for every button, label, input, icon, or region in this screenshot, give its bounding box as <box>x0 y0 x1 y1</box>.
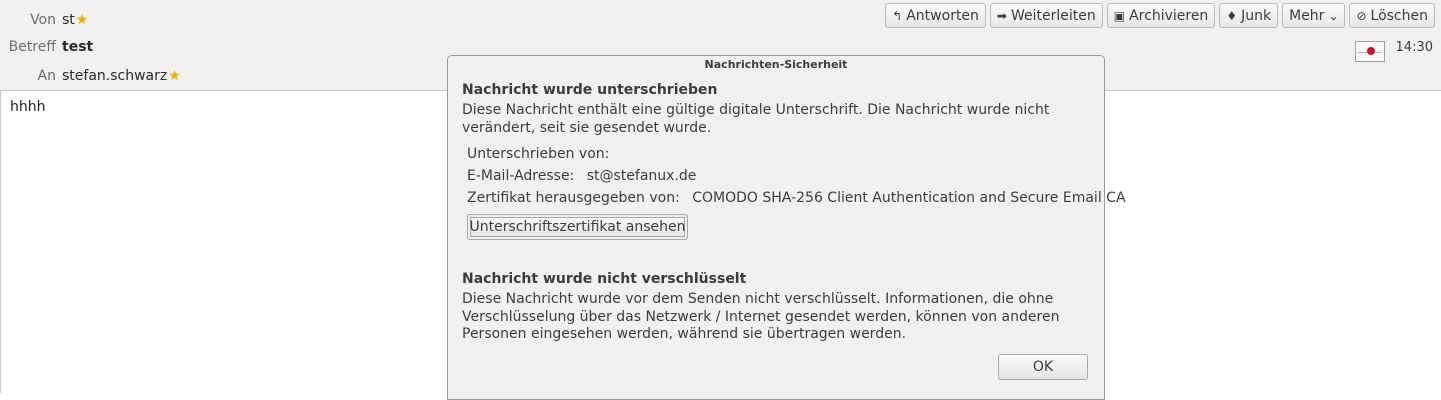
message-time: 14:30 <box>1395 40 1433 55</box>
message-toolbar: ↰ Antworten ➡ Weiterleiten ▣ Archivieren… <box>885 3 1435 28</box>
more-button[interactable]: Mehr ⌄ <box>1282 3 1346 28</box>
issuer-value: COMODO SHA-256 Client Authentication and… <box>692 190 1126 206</box>
ok-button[interactable]: OK <box>998 354 1088 380</box>
prohibited-icon: ⊘ <box>1356 8 1367 23</box>
archive-button[interactable]: ▣ Archivieren <box>1106 3 1216 28</box>
to-value[interactable]: stefan.schwarz★ <box>62 68 181 84</box>
issuer-row: Zertifikat herausgegeben von: COMODO SHA… <box>467 190 1126 206</box>
to-address[interactable]: stefan.schwarz <box>62 68 167 84</box>
signed-by-label: Unterschrieben von: <box>467 146 610 162</box>
star-icon[interactable]: ★ <box>168 68 181 84</box>
email-label: E-Mail-Adresse: <box>467 168 575 184</box>
signed-heading: Nachricht wurde unterschrieben <box>462 82 718 98</box>
reply-label: Antworten <box>906 7 979 24</box>
view-certificate-button[interactable]: Unterschriftszertifikat ansehen <box>467 214 688 240</box>
security-dialog: Nachrichten-Sicherheit Nachricht wurde u… <box>447 55 1126 400</box>
signed-envelope-icon[interactable] <box>1355 41 1385 62</box>
more-label: Mehr <box>1289 7 1325 24</box>
encryption-description: Diese Nachricht wurde vor dem Senden nic… <box>462 291 1060 342</box>
message-body: hhhh <box>10 99 46 115</box>
subject-value: test <box>62 39 94 55</box>
email-value: st@stefanux.de <box>586 168 697 184</box>
email-row: E-Mail-Adresse: st@stefanux.de <box>467 168 696 184</box>
issuer-label: Zertifikat herausgegeben von: <box>467 190 680 206</box>
from-label: Von <box>30 12 56 28</box>
archive-label: Archivieren <box>1129 7 1209 24</box>
forward-label: Weiterleiten <box>1010 7 1096 24</box>
delete-button[interactable]: ⊘ Löschen <box>1349 3 1435 28</box>
pane-border <box>0 90 1 393</box>
flame-icon: ♦ <box>1226 8 1238 23</box>
to-label: An <box>37 68 56 84</box>
forward-button[interactable]: ➡ Weiterleiten <box>989 3 1103 28</box>
archive-box-icon: ▣ <box>1113 8 1126 23</box>
junk-button[interactable]: ♦ Junk <box>1219 3 1279 28</box>
subject-label: Betreff <box>8 39 56 55</box>
star-icon[interactable]: ★ <box>76 12 89 28</box>
encryption-heading: Nachricht wurde nicht verschlüsselt <box>462 271 747 287</box>
from-value[interactable]: st★ <box>62 12 88 28</box>
chevron-down-icon: ⌄ <box>1328 8 1339 23</box>
reply-arrow-icon: ↰ <box>892 8 903 23</box>
junk-label: Junk <box>1241 7 1272 24</box>
dialog-title: Nachrichten-Sicherheit <box>704 58 848 71</box>
signed-description: Diese Nachricht enthält eine gültige dig… <box>462 102 1050 136</box>
forward-arrow-icon: ➡ <box>996 8 1007 23</box>
delete-label: Löschen <box>1370 7 1428 24</box>
seal-icon <box>1367 47 1375 55</box>
reply-button[interactable]: ↰ Antworten <box>885 3 986 28</box>
from-address[interactable]: st <box>62 12 75 28</box>
